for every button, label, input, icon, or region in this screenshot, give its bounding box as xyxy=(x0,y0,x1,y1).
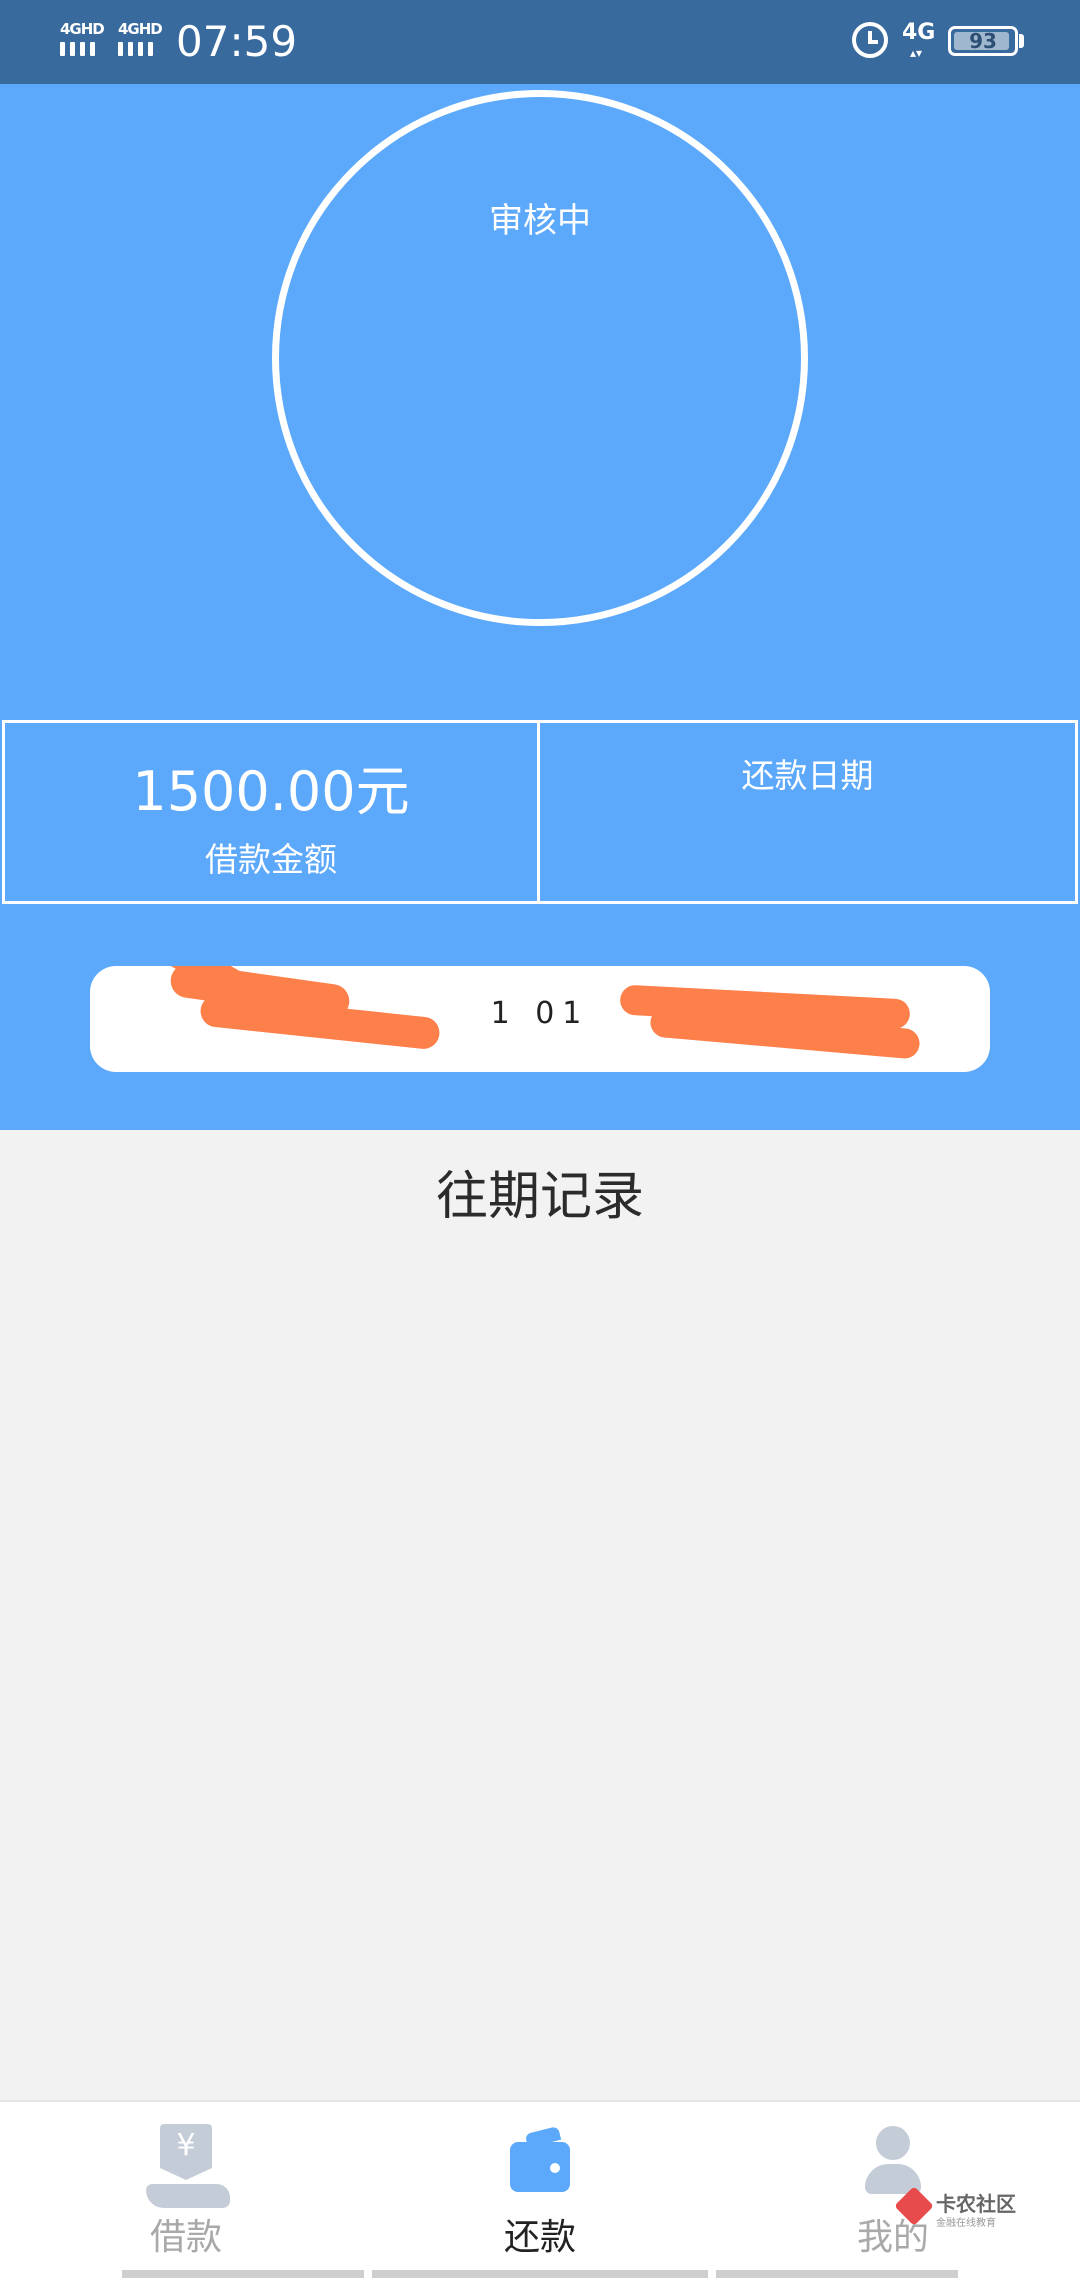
loan-amount-label: 借款金额 xyxy=(205,840,337,879)
signal-bars-icon xyxy=(118,42,153,56)
watermark-title: 卡农社区 xyxy=(936,2192,1016,2216)
clock: 07:59 xyxy=(176,17,298,66)
status-circle: 审核中 xyxy=(272,90,808,626)
battery-icon: 93 xyxy=(948,26,1018,56)
yen-hand-icon: ¥ xyxy=(160,2124,212,2180)
tab-indicator xyxy=(122,2270,364,2278)
nav-borrow-label: 借款 xyxy=(149,2217,222,2258)
battery-level: 93 xyxy=(969,29,997,53)
alarm-icon xyxy=(852,22,888,58)
notice-bar[interactable]: 1 01 xyxy=(90,966,990,1072)
hand-icon xyxy=(146,2184,230,2208)
watermark: 卡农社区 金融在线教育 xyxy=(894,2186,1020,2229)
loan-amount-value: 1500.00元 xyxy=(132,760,410,823)
history-title: 往期记录 xyxy=(435,1167,644,1227)
data-network-label: 4G xyxy=(902,20,936,45)
signal-1: 4GHD xyxy=(60,20,110,60)
network-type-1: 4GHD xyxy=(60,20,105,38)
wallet-icon xyxy=(510,2142,570,2192)
nav-repay[interactable]: 还款 xyxy=(440,2122,640,2272)
battery-nub xyxy=(1019,34,1024,48)
repay-date-cell: 还款日期 xyxy=(537,720,1078,904)
repayment-hero: 审核中 1500.00元 借款金额 还款日期 1 01 xyxy=(0,84,1080,1130)
tab-indicators xyxy=(0,2270,1080,2280)
watermark-logo-icon xyxy=(894,2186,934,2226)
signal-2: 4GHD xyxy=(118,20,168,60)
tab-indicator xyxy=(372,2270,708,2278)
nav-repay-label: 还款 xyxy=(503,2217,576,2258)
status-bar: 4GHD 4GHD 07:59 4G ▴▾ 93 xyxy=(0,0,1080,84)
nav-borrow[interactable]: ¥ 借款 xyxy=(86,2122,286,2272)
repay-date-label: 还款日期 xyxy=(741,756,874,795)
data-activity-icon: ▴▾ xyxy=(910,46,923,60)
signal-bars-icon xyxy=(60,42,95,56)
loan-amount-cell: 1500.00元 借款金额 xyxy=(2,720,540,904)
tab-indicator xyxy=(716,2270,958,2278)
review-status: 审核中 xyxy=(489,201,591,241)
loan-info-row: 1500.00元 借款金额 还款日期 xyxy=(0,720,1080,904)
network-type-2: 4GHD xyxy=(118,20,163,38)
watermark-subtitle: 金融在线教育 xyxy=(936,2218,996,2229)
